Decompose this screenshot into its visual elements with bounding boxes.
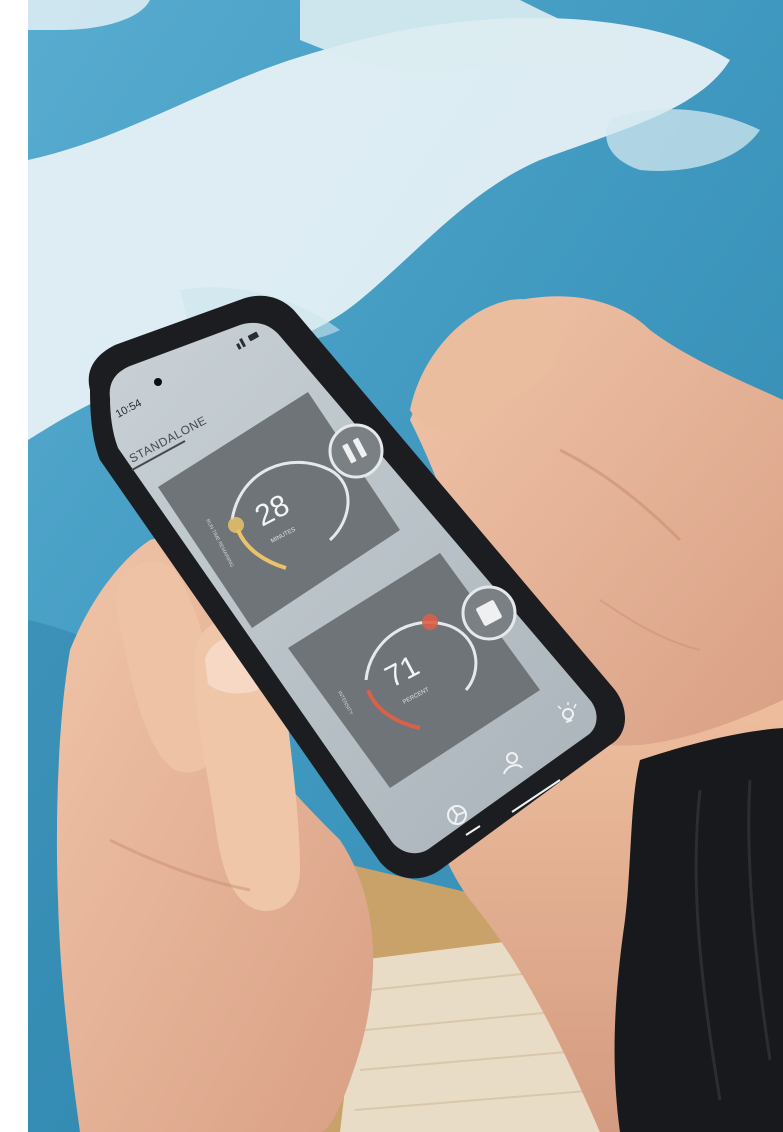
stop-button[interactable] (461, 585, 517, 641)
pause-button-ring[interactable] (328, 423, 384, 479)
photo-scene: 10:54 STANDALONE 28 MINUTES RUN TIME REM… (0, 0, 783, 1132)
heater-gauge-knob[interactable] (422, 614, 438, 630)
left-white-border (0, 0, 28, 1132)
front-camera (154, 378, 162, 386)
pause-button[interactable] (328, 423, 384, 479)
pump-gauge-knob[interactable] (228, 517, 244, 533)
